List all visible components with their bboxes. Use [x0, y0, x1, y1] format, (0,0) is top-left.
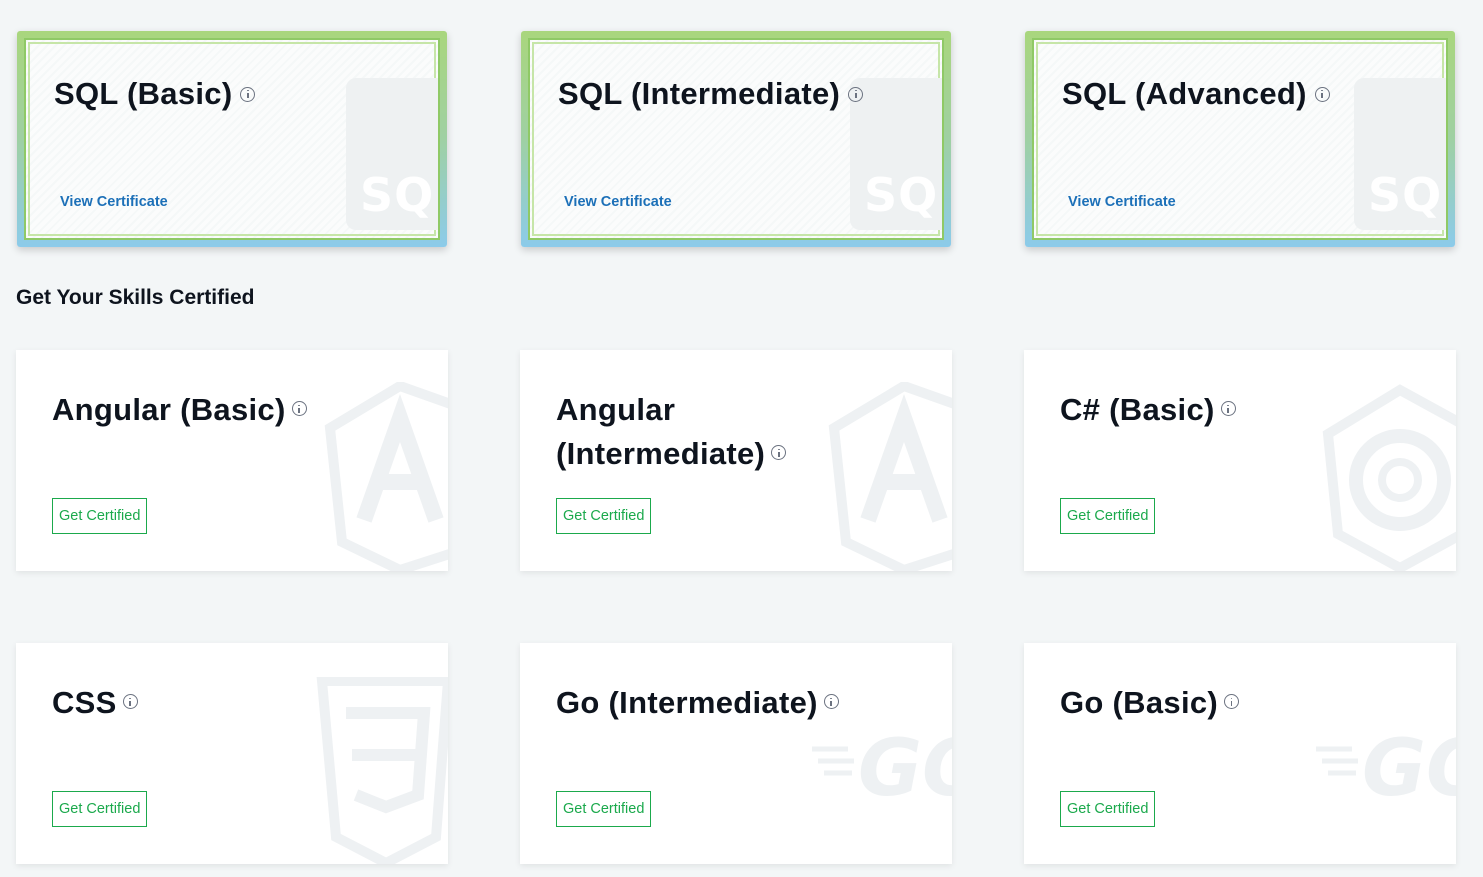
- view-certificate-link[interactable]: View Certificate: [564, 194, 672, 210]
- info-icon[interactable]: [1224, 694, 1240, 710]
- certificate-title: SQL (Intermediate): [558, 76, 864, 112]
- skill-card: C# (Basic) Get Certified: [1024, 350, 1456, 571]
- info-icon[interactable]: [240, 86, 256, 102]
- skill-title-text: Go (Intermediate): [556, 685, 818, 720]
- svg-text:GO: GO: [858, 724, 952, 803]
- certificate-frame: SQL SQL (Basic) View Certificate: [24, 38, 440, 240]
- go-icon: GO: [1316, 724, 1456, 803]
- get-certified-button[interactable]: Get Certified: [556, 498, 652, 534]
- certificate-title: SQL (Advanced): [1062, 76, 1330, 112]
- certificate-card: SQL SQL (Intermediate) View Certificate: [521, 31, 951, 247]
- certificate-frame: SQL SQL (Advanced) View Certificate: [1032, 38, 1448, 240]
- skill-card: Angular (Basic) Get Certified: [16, 350, 448, 571]
- section-title: Get Your Skills Certified: [16, 286, 255, 309]
- skill-title-text: Angular (Basic): [52, 392, 286, 427]
- sql-badge-text: SQL: [864, 168, 942, 222]
- skill-title-text: Go (Basic): [1060, 685, 1219, 720]
- skill-title: Angular (Basic): [52, 388, 382, 432]
- sql-badge: SQL: [1354, 78, 1446, 230]
- certificate-card: SQL SQL (Advanced) View Certificate: [1025, 31, 1455, 247]
- skill-card: Angular (Intermediate) Get Certified: [520, 350, 952, 571]
- skill-title-text: CSS: [52, 685, 117, 720]
- skill-title: Go (Intermediate): [556, 681, 886, 725]
- skill-card: CSS Get Certified: [16, 643, 448, 864]
- skill-title-text: C# (Basic): [1060, 392, 1215, 427]
- info-icon[interactable]: [291, 401, 307, 417]
- skill-title: C# (Basic): [1060, 388, 1390, 432]
- certificate-card: SQL SQL (Basic) View Certificate: [17, 31, 447, 247]
- info-icon[interactable]: [771, 445, 787, 461]
- certificate-title-text: SQL (Intermediate): [558, 76, 841, 111]
- info-icon[interactable]: [1314, 86, 1330, 102]
- sql-badge-text: SQL: [360, 168, 438, 222]
- get-certified-button[interactable]: Get Certified: [1060, 498, 1156, 534]
- certificate-title-text: SQL (Advanced): [1062, 76, 1307, 111]
- sql-badge: SQL: [346, 78, 438, 230]
- view-certificate-link[interactable]: View Certificate: [60, 194, 168, 210]
- info-icon[interactable]: [1220, 401, 1236, 417]
- go-icon: GO: [812, 724, 952, 803]
- skill-card: GO Go (Intermediate) Get Certified: [520, 643, 952, 864]
- skill-title: Angular (Intermediate): [556, 388, 886, 476]
- get-certified-button[interactable]: Get Certified: [52, 498, 148, 534]
- info-icon[interactable]: [823, 694, 839, 710]
- svg-text:GO: GO: [1362, 724, 1456, 803]
- sql-badge-text: SQL: [1368, 168, 1446, 222]
- certificate-frame: SQL SQL (Intermediate) View Certificate: [528, 38, 944, 240]
- info-icon[interactable]: [848, 86, 864, 102]
- view-certificate-link[interactable]: View Certificate: [1068, 194, 1176, 210]
- skill-title-text: Angular (Intermediate): [556, 392, 766, 471]
- get-certified-button[interactable]: Get Certified: [556, 791, 652, 827]
- sql-badge: SQL: [850, 78, 942, 230]
- get-certified-button[interactable]: Get Certified: [1060, 791, 1156, 827]
- info-icon[interactable]: [122, 694, 138, 710]
- certificate-title-text: SQL (Basic): [54, 76, 233, 111]
- skill-title: CSS: [52, 681, 382, 725]
- skill-title: Go (Basic): [1060, 681, 1390, 725]
- skill-card: GO Go (Basic) Get Certified: [1024, 643, 1456, 864]
- get-certified-button[interactable]: Get Certified: [52, 791, 148, 827]
- certificate-title: SQL (Basic): [54, 76, 256, 112]
